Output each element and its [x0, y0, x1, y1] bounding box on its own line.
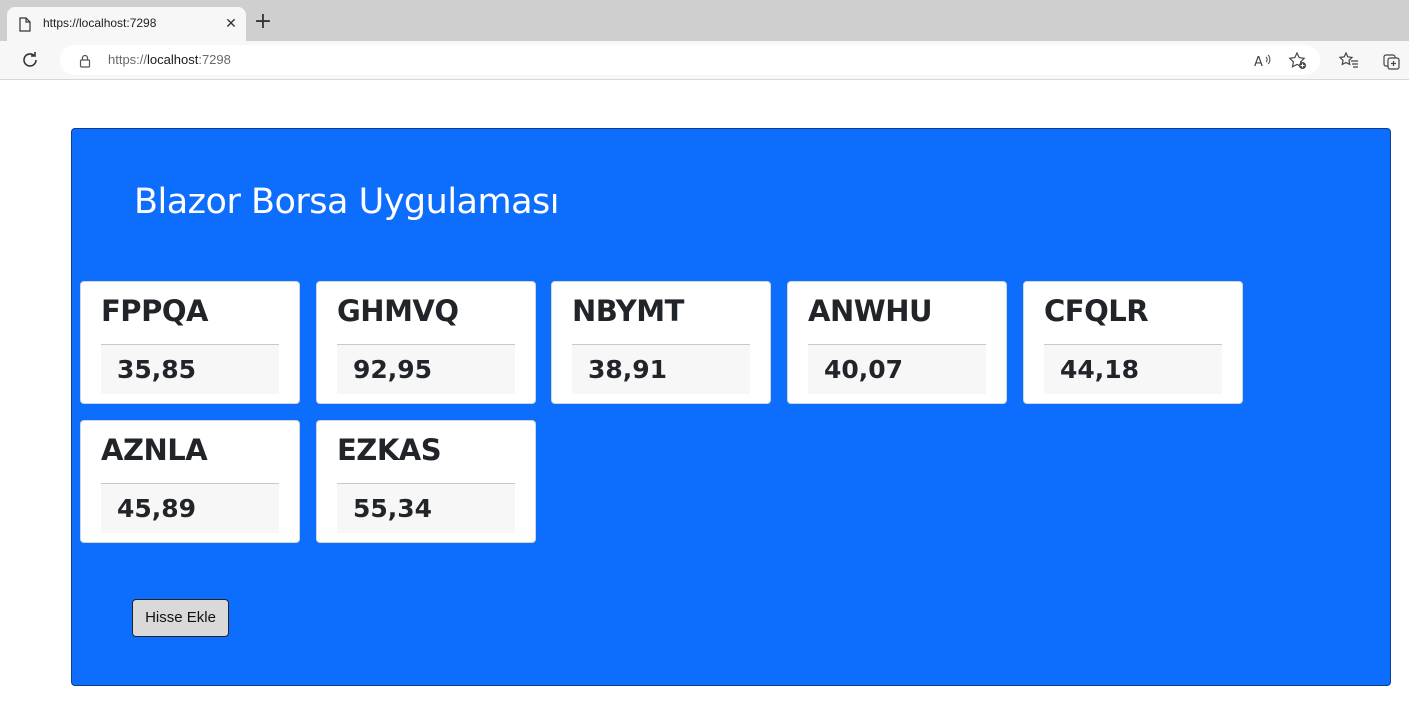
browser-toolbar: https://localhost:7298 A [0, 41, 1409, 80]
stock-card: GHMVQ 92,95 [316, 281, 536, 404]
stock-symbol: CFQLR [1044, 294, 1149, 328]
stock-symbol: AZNLA [101, 433, 208, 467]
stock-price-box: 35,85 [101, 345, 279, 394]
stock-price: 44,18 [1060, 355, 1140, 384]
stock-price: 38,91 [588, 355, 668, 384]
address-bar[interactable]: https://localhost:7298 [60, 45, 1320, 75]
stock-price: 40,07 [824, 355, 904, 384]
stock-price-box: 44,18 [1044, 345, 1222, 394]
read-aloud-icon[interactable]: A [1253, 51, 1273, 71]
favorite-add-icon[interactable] [1288, 51, 1308, 71]
stock-price: 92,95 [353, 355, 433, 384]
stock-symbol: ANWHU [808, 294, 933, 328]
collections-icon[interactable] [1382, 51, 1402, 71]
stock-symbol: EZKAS [337, 433, 442, 467]
plus-icon[interactable]: + [253, 11, 273, 33]
page-title: Blazor Borsa Uygulaması [134, 182, 560, 222]
favorites-icon[interactable] [1338, 51, 1359, 71]
stock-price: 35,85 [117, 355, 197, 384]
page-icon [19, 17, 31, 32]
stock-card: AZNLA 45,89 [80, 420, 300, 543]
browser-tab[interactable]: https://localhost:7298 ✕ [7, 7, 246, 41]
stock-card: CFQLR 44,18 [1023, 281, 1243, 404]
stock-symbol: FPPQA [101, 294, 208, 328]
stock-symbol: GHMVQ [337, 294, 459, 328]
tab-title: https://localhost:7298 [43, 16, 157, 30]
add-stock-button[interactable]: Hisse Ekle [132, 599, 229, 637]
app-container: Blazor Borsa Uygulaması FPPQA 35,85 GHMV… [71, 128, 1391, 686]
stock-card: NBYMT 38,91 [551, 281, 771, 404]
stock-price: 45,89 [117, 494, 197, 523]
stock-price-box: 92,95 [337, 345, 515, 394]
stock-price: 55,34 [353, 494, 433, 523]
stock-card: FPPQA 35,85 [80, 281, 300, 404]
stock-price-box: 55,34 [337, 484, 515, 533]
close-icon[interactable]: ✕ [223, 16, 239, 32]
stock-card: ANWHU 40,07 [787, 281, 1007, 404]
refresh-icon[interactable] [20, 50, 40, 70]
url-text[interactable]: https://localhost:7298 [108, 52, 231, 67]
stock-price-box: 40,07 [808, 345, 986, 394]
stock-price-box: 38,91 [572, 345, 750, 394]
svg-text:A: A [1254, 55, 1263, 70]
stock-price-box: 45,89 [101, 484, 279, 533]
lock-icon[interactable] [79, 53, 91, 68]
browser-tab-bar: https://localhost:7298 ✕ + [0, 0, 1409, 41]
stock-card: EZKAS 55,34 [316, 420, 536, 543]
stock-symbol: NBYMT [572, 294, 684, 328]
